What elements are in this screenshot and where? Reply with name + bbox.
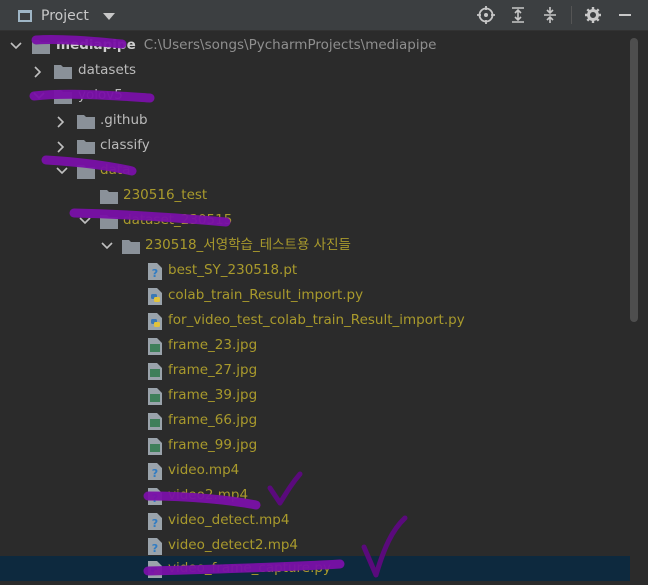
tree-label-file: video_frame_capture.py <box>168 560 331 576</box>
tree-row-file[interactable]: ? video_detect.mp4 <box>0 508 630 533</box>
tree-row-file[interactable]: ? video2.mp4 <box>0 483 630 508</box>
tree-label-file: video_detect.mp4 <box>168 512 290 528</box>
tree-label-file: video2.mp4 <box>168 487 249 503</box>
project-tree: mediapipe C:\Users\songs\PycharmProjects\… <box>0 31 630 585</box>
tree-label-230516-test: 230516_test <box>123 187 208 203</box>
tree-label-file: frame_66.jpg <box>168 412 258 428</box>
project-window-icon <box>18 10 32 22</box>
svg-text:?: ? <box>152 467 158 480</box>
tree-label-file: best_SY_230518.pt <box>168 262 298 278</box>
tree-row-file[interactable]: ? video_detect2.mp4 <box>0 533 630 558</box>
tree-label-root: mediapipe C:\Users\songs\PycharmProjects\… <box>56 33 436 58</box>
python-file-icon <box>147 561 163 585</box>
tree-label-github: .github <box>100 112 148 128</box>
project-toolbar: Project <box>0 0 648 31</box>
tree-row-data[interactable]: data <box>0 158 630 183</box>
tree-label-yolov5: yolov5 <box>78 87 123 103</box>
tree-row-photos[interactable]: 230518_서영학습_테스트용 사진들 <box>0 233 630 258</box>
chevron-down-icon[interactable] <box>56 158 68 183</box>
root-name: mediapipe <box>56 37 136 53</box>
locate-icon[interactable] <box>475 4 497 26</box>
tree-row-datasets[interactable]: datasets <box>0 58 630 83</box>
toolbar-divider <box>571 6 572 24</box>
chevron-down-icon[interactable] <box>102 12 115 20</box>
root-path: C:\Users\songs\PycharmProjects\mediapipe <box>143 37 437 53</box>
tree-row-classify[interactable]: classify <box>0 133 630 158</box>
chevron-down-icon[interactable] <box>33 83 45 108</box>
gear-icon[interactable] <box>582 4 604 26</box>
tree-row-file[interactable]: frame_99.jpg <box>0 433 630 458</box>
chevron-down-icon[interactable] <box>10 33 22 58</box>
tree-row-mediapipe[interactable]: mediapipe C:\Users\songs\PycharmProjects\… <box>0 33 630 58</box>
collapse-all-icon[interactable] <box>539 4 561 26</box>
tree-label-file: video_detect2.mp4 <box>168 537 299 553</box>
tree-label-file: frame_23.jpg <box>168 337 258 353</box>
tree-row-file[interactable]: ? video.mp4 <box>0 458 630 483</box>
tree-row-file[interactable]: for_video_test_colab_train_Result_import… <box>0 308 630 333</box>
tree-label-datasets: datasets <box>78 62 137 78</box>
svg-text:?: ? <box>152 517 158 530</box>
tree-label-classify: classify <box>100 137 150 153</box>
tree-label-data: data <box>100 162 131 178</box>
project-title: Project <box>41 8 89 24</box>
tree-label-file: frame_39.jpg <box>168 387 258 403</box>
tree-row-dataset[interactable]: dataset_230515 <box>0 208 630 233</box>
tree-label-file: video.mp4 <box>168 462 240 478</box>
svg-text:?: ? <box>152 267 158 280</box>
tree-label-file: for_video_test_colab_train_Result_import… <box>168 312 465 328</box>
svg-text:?: ? <box>152 492 158 505</box>
chevron-right-icon[interactable] <box>56 133 68 158</box>
tree-label-photos: 230518_서영학습_테스트용 사진들 <box>145 237 351 253</box>
vertical-scrollbar-thumb[interactable] <box>630 38 638 322</box>
tree-row-file[interactable]: colab_train_Result_import.py <box>0 283 630 308</box>
tree-row-file[interactable]: frame_66.jpg <box>0 408 630 433</box>
tree-label-file: colab_train_Result_import.py <box>168 287 364 303</box>
tree-row-yolov5[interactable]: yolov5 <box>0 83 630 108</box>
tree-row-file[interactable]: frame_23.jpg <box>0 333 630 358</box>
expand-all-icon[interactable] <box>507 4 529 26</box>
tree-row-file[interactable]: frame_39.jpg <box>0 383 630 408</box>
chevron-right-icon[interactable] <box>56 108 68 133</box>
chevron-right-icon[interactable] <box>33 58 45 83</box>
tree-row-file[interactable]: frame_27.jpg <box>0 358 630 383</box>
tree-row-230516-test[interactable]: 230516_test <box>0 183 630 208</box>
tree-label-dataset: dataset_230515 <box>123 212 233 228</box>
tree-label-file: frame_27.jpg <box>168 362 258 378</box>
minimize-icon[interactable] <box>614 4 636 26</box>
chevron-down-icon[interactable] <box>79 208 91 233</box>
tree-row-github[interactable]: .github <box>0 108 630 133</box>
tree-label-file: frame_99.jpg <box>168 437 258 453</box>
tree-row-file[interactable]: ? best_SY_230518.pt <box>0 258 630 283</box>
project-view-selector[interactable]: Project <box>18 6 115 26</box>
tree-row-file-selected[interactable]: video_frame_capture.py <box>0 556 630 581</box>
chevron-down-icon[interactable] <box>101 233 113 258</box>
svg-text:?: ? <box>152 542 158 555</box>
